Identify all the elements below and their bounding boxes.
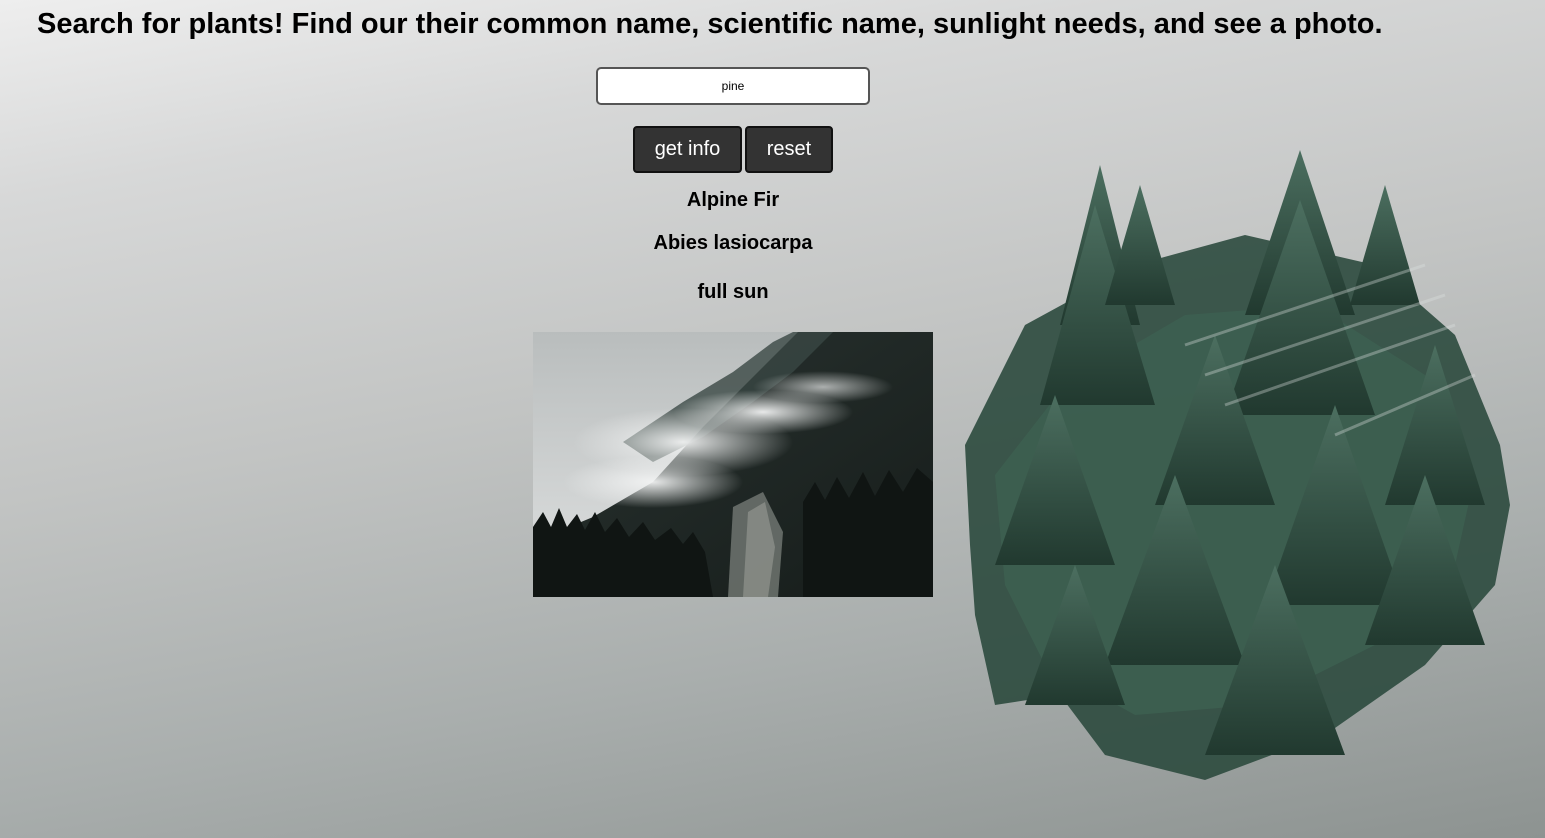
reset-button[interactable]: reset [745,126,833,173]
page-title: Search for plants! Find our their common… [37,8,1383,40]
scientific-name: Abies lasiocarpa [653,232,813,254]
common-name: Alpine Fir [686,189,780,211]
forest-decoration [965,150,1510,780]
get-info-button[interactable]: get info [633,126,742,173]
sunlight-needs: full sun [697,281,769,303]
plant-photo [533,332,933,597]
search-input[interactable] [596,67,870,105]
